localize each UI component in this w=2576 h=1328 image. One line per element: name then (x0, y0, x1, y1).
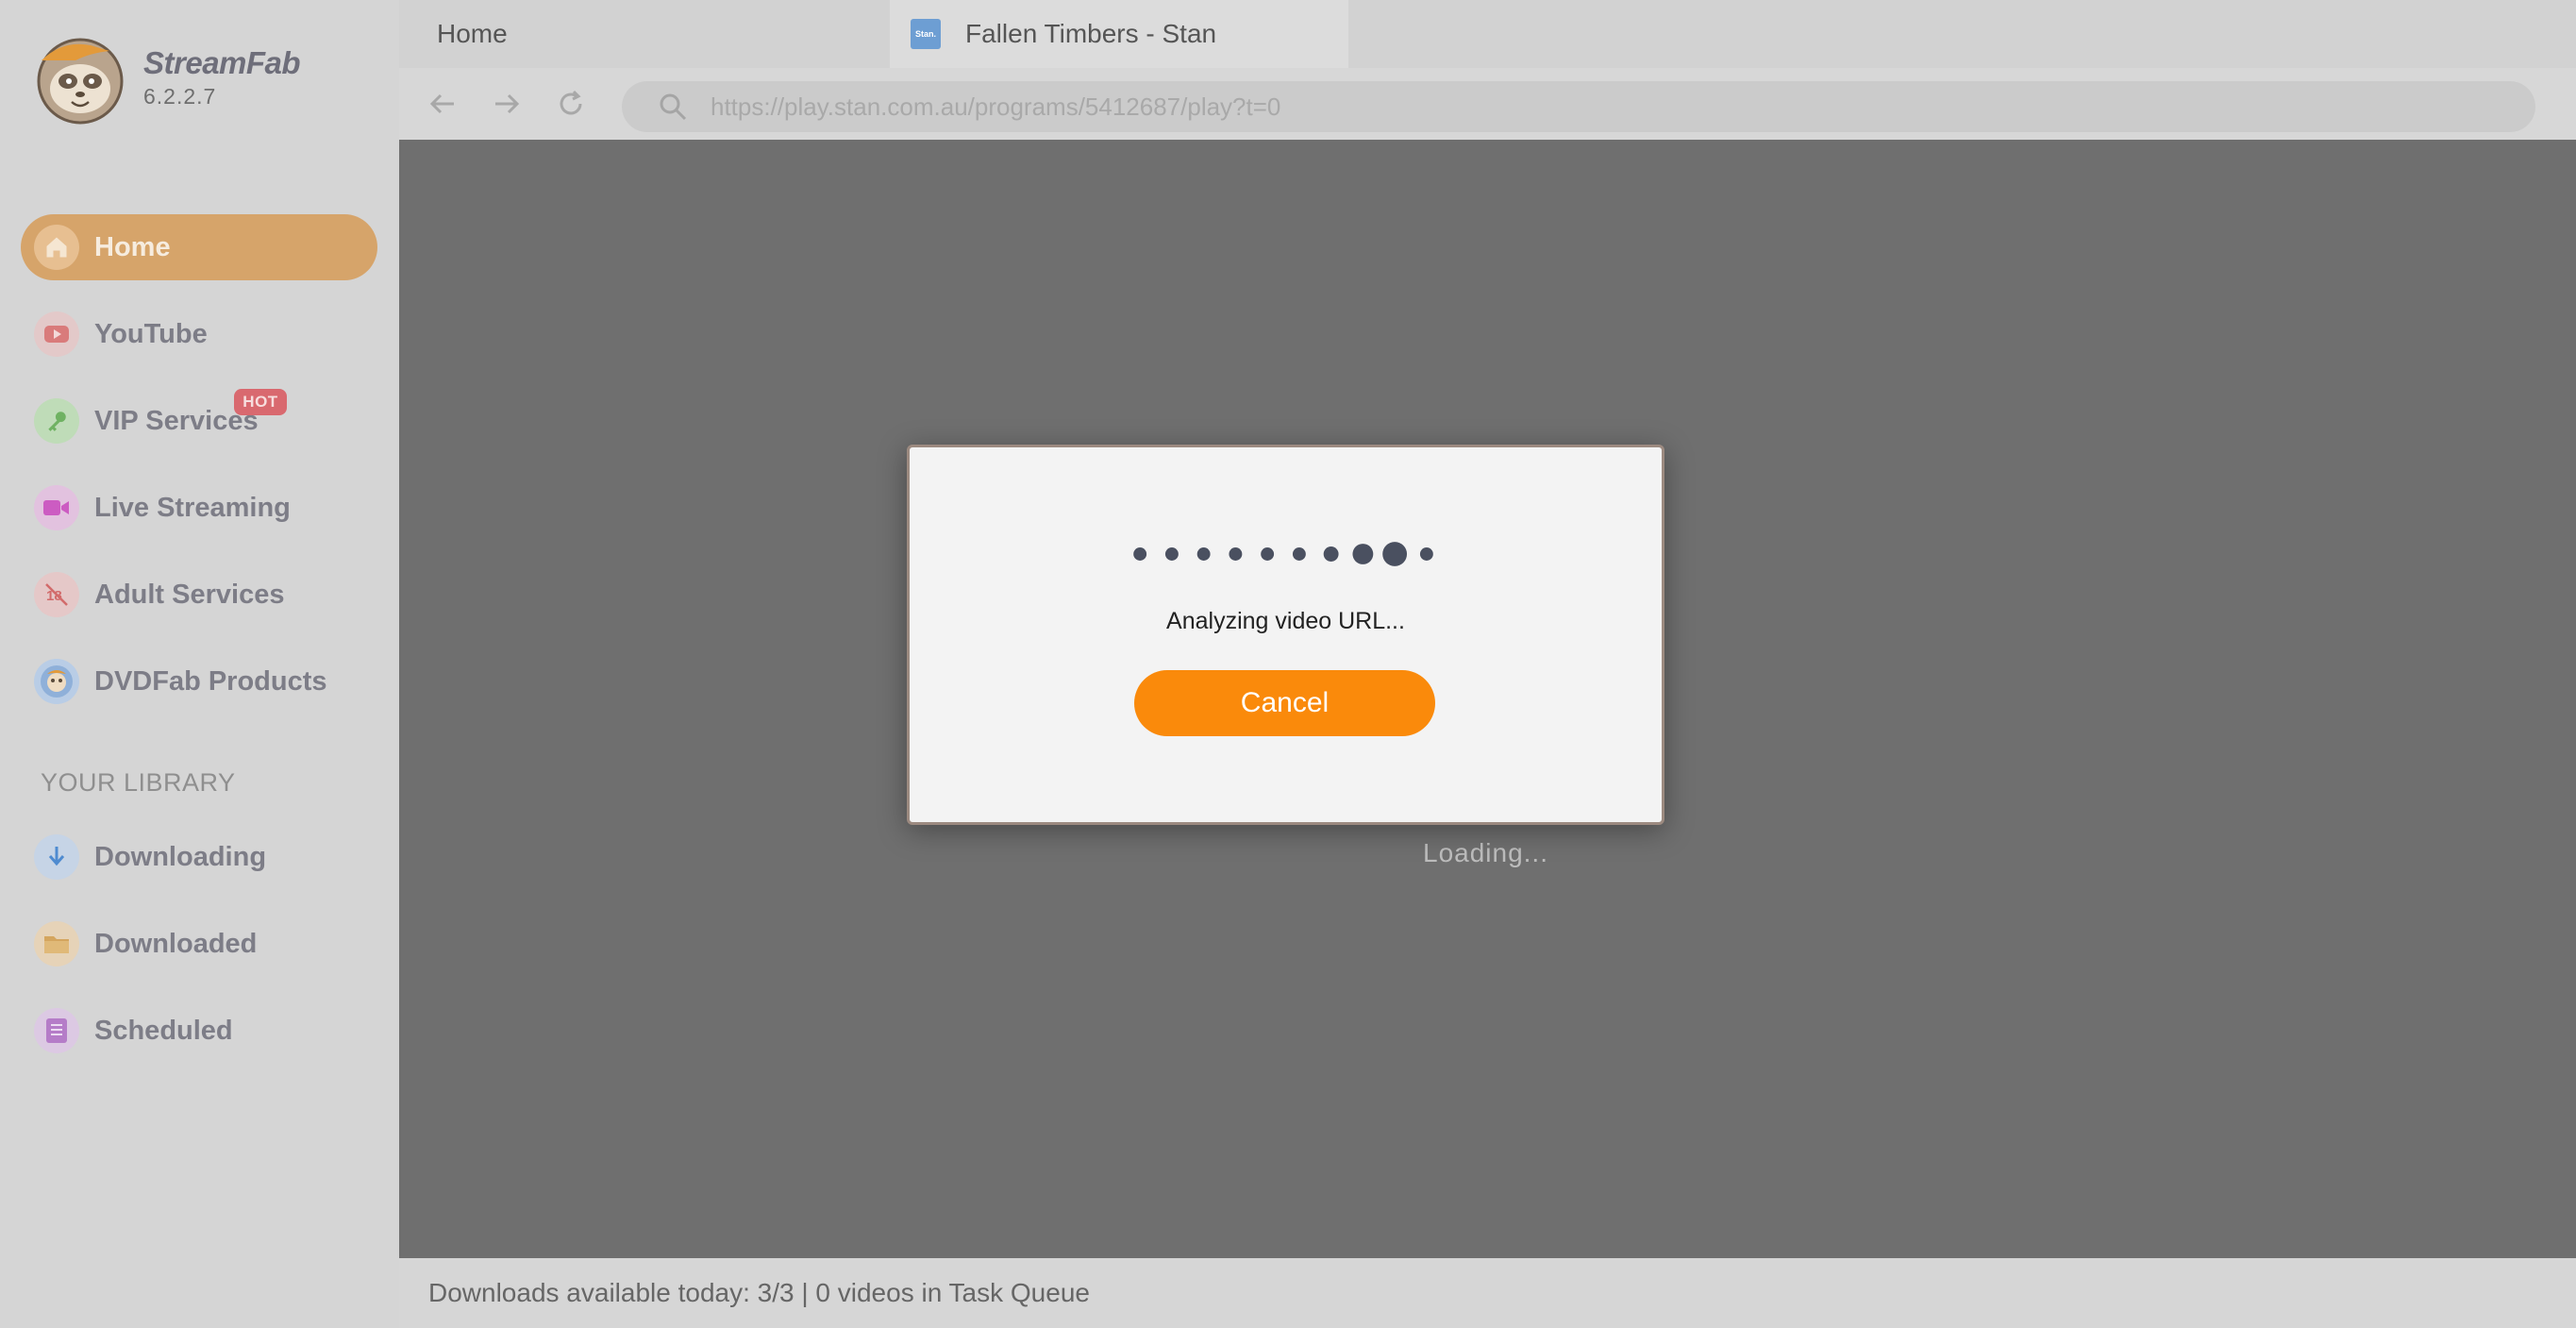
library-heading: YOUR LIBRARY (41, 768, 236, 797)
sidebar-item-label: Downloading (94, 841, 267, 872)
sidebar-item-label: Downloaded (94, 928, 258, 959)
sidebar: StreamFab 6.2.2.7 Home YouTube VIP Servi… (0, 0, 399, 1328)
loading-dots-icon (1133, 542, 1433, 566)
sidebar-item-home[interactable]: Home (21, 214, 377, 280)
sidebar-item-label: YouTube (94, 318, 208, 349)
youtube-icon (34, 311, 79, 357)
loading-text: Loading... (1423, 838, 1548, 867)
sidebar-item-dvdfab-products[interactable]: DVDFab Products (21, 648, 377, 714)
stan-favicon-icon: Stan. (911, 19, 941, 49)
arrow-right-icon (495, 93, 520, 114)
url-input[interactable] (711, 92, 2409, 122)
analyzing-dialog: Analyzing video URL... Cancel (907, 445, 1664, 825)
address-bar[interactable] (622, 81, 2535, 132)
sidebar-item-label: Home (94, 231, 171, 262)
cancel-button[interactable]: Cancel (1134, 670, 1435, 736)
key-icon (34, 398, 79, 444)
home-icon (34, 225, 79, 270)
tab-label: Home (437, 19, 508, 48)
arrow-left-icon (429, 93, 454, 114)
status-text: Downloads available today: 3/3 | 0 video… (428, 1278, 1090, 1307)
adult-18-icon: 18 (34, 572, 79, 617)
sidebar-item-vip-services[interactable]: VIP Services (21, 388, 377, 454)
app-name: StreamFab (143, 45, 301, 80)
reload-button[interactable] (554, 87, 588, 121)
sidebar-item-label: Scheduled (94, 1015, 233, 1046)
download-arrow-icon (34, 834, 79, 880)
sidebar-item-downloaded[interactable]: Downloaded (21, 911, 377, 977)
video-camera-icon (34, 485, 79, 530)
sidebar-item-youtube[interactable]: YouTube (21, 301, 377, 367)
search-icon (656, 90, 690, 124)
sidebar-item-label: Adult Services (94, 579, 285, 610)
dialog-message: Analyzing video URL... (1166, 608, 1405, 634)
app-version: 6.2.2.7 (143, 84, 217, 109)
hot-badge: HOT (234, 389, 287, 415)
tab-home[interactable]: Home (399, 0, 890, 68)
forward-button[interactable] (490, 87, 524, 121)
browser-toolbar (399, 68, 2576, 140)
sidebar-item-label: DVDFab Products (94, 665, 327, 697)
sidebar-item-label: Live Streaming (94, 492, 291, 523)
streamfab-logo (34, 32, 126, 125)
back-button[interactable] (426, 87, 460, 121)
sidebar-item-adult-services[interactable]: 18 Adult Services (21, 562, 377, 628)
sidebar-item-live-streaming[interactable]: Live Streaming (21, 475, 377, 541)
status-bar: Downloads available today: 3/3 | 0 video… (399, 1258, 2576, 1328)
dvdfab-icon (34, 659, 79, 704)
tab-fallen-timbers-stan[interactable]: Stan. Fallen Timbers - Stan (890, 0, 1348, 68)
tab-strip-empty (1348, 0, 2576, 68)
tab-label: Fallen Timbers - Stan (965, 19, 1217, 48)
sidebar-item-scheduled[interactable]: Scheduled (21, 998, 377, 1064)
refresh-icon (560, 90, 582, 115)
sidebar-item-downloading[interactable]: Downloading (21, 824, 377, 890)
folder-icon (34, 921, 79, 967)
list-icon (34, 1008, 79, 1053)
